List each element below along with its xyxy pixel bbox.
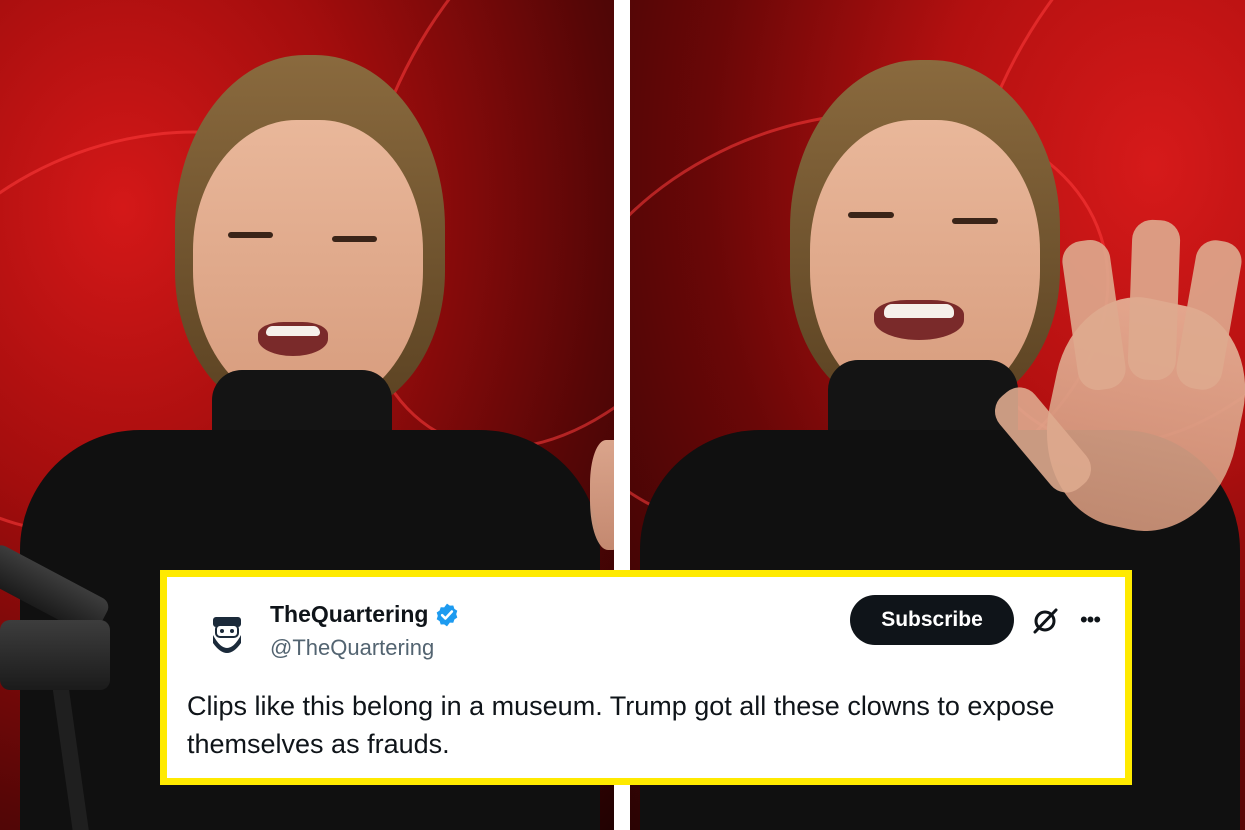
eye xyxy=(332,236,377,242)
tweet-text: Clips like this belong in a museum. Trum… xyxy=(187,691,1055,759)
verified-badge-icon xyxy=(437,603,458,626)
mic-arm xyxy=(0,620,110,690)
tweet-card: TheQuartering @TheQuartering Subscribe •… xyxy=(160,570,1132,785)
teeth xyxy=(266,326,320,336)
teeth xyxy=(884,304,954,318)
finger xyxy=(1127,219,1181,381)
name-row: TheQuartering xyxy=(270,601,460,628)
grok-icon[interactable] xyxy=(1029,605,1061,637)
display-name[interactable]: TheQuartering xyxy=(270,601,428,628)
eye xyxy=(228,232,273,238)
more-options-icon[interactable]: ••• xyxy=(1075,607,1105,633)
hand xyxy=(590,440,614,550)
subscribe-button[interactable]: Subscribe xyxy=(850,595,1014,645)
face xyxy=(193,120,423,410)
eye xyxy=(952,218,998,224)
user-handle[interactable]: @TheQuartering xyxy=(270,635,434,661)
bearded-man-avatar-icon[interactable] xyxy=(197,605,257,665)
eye xyxy=(848,212,894,218)
